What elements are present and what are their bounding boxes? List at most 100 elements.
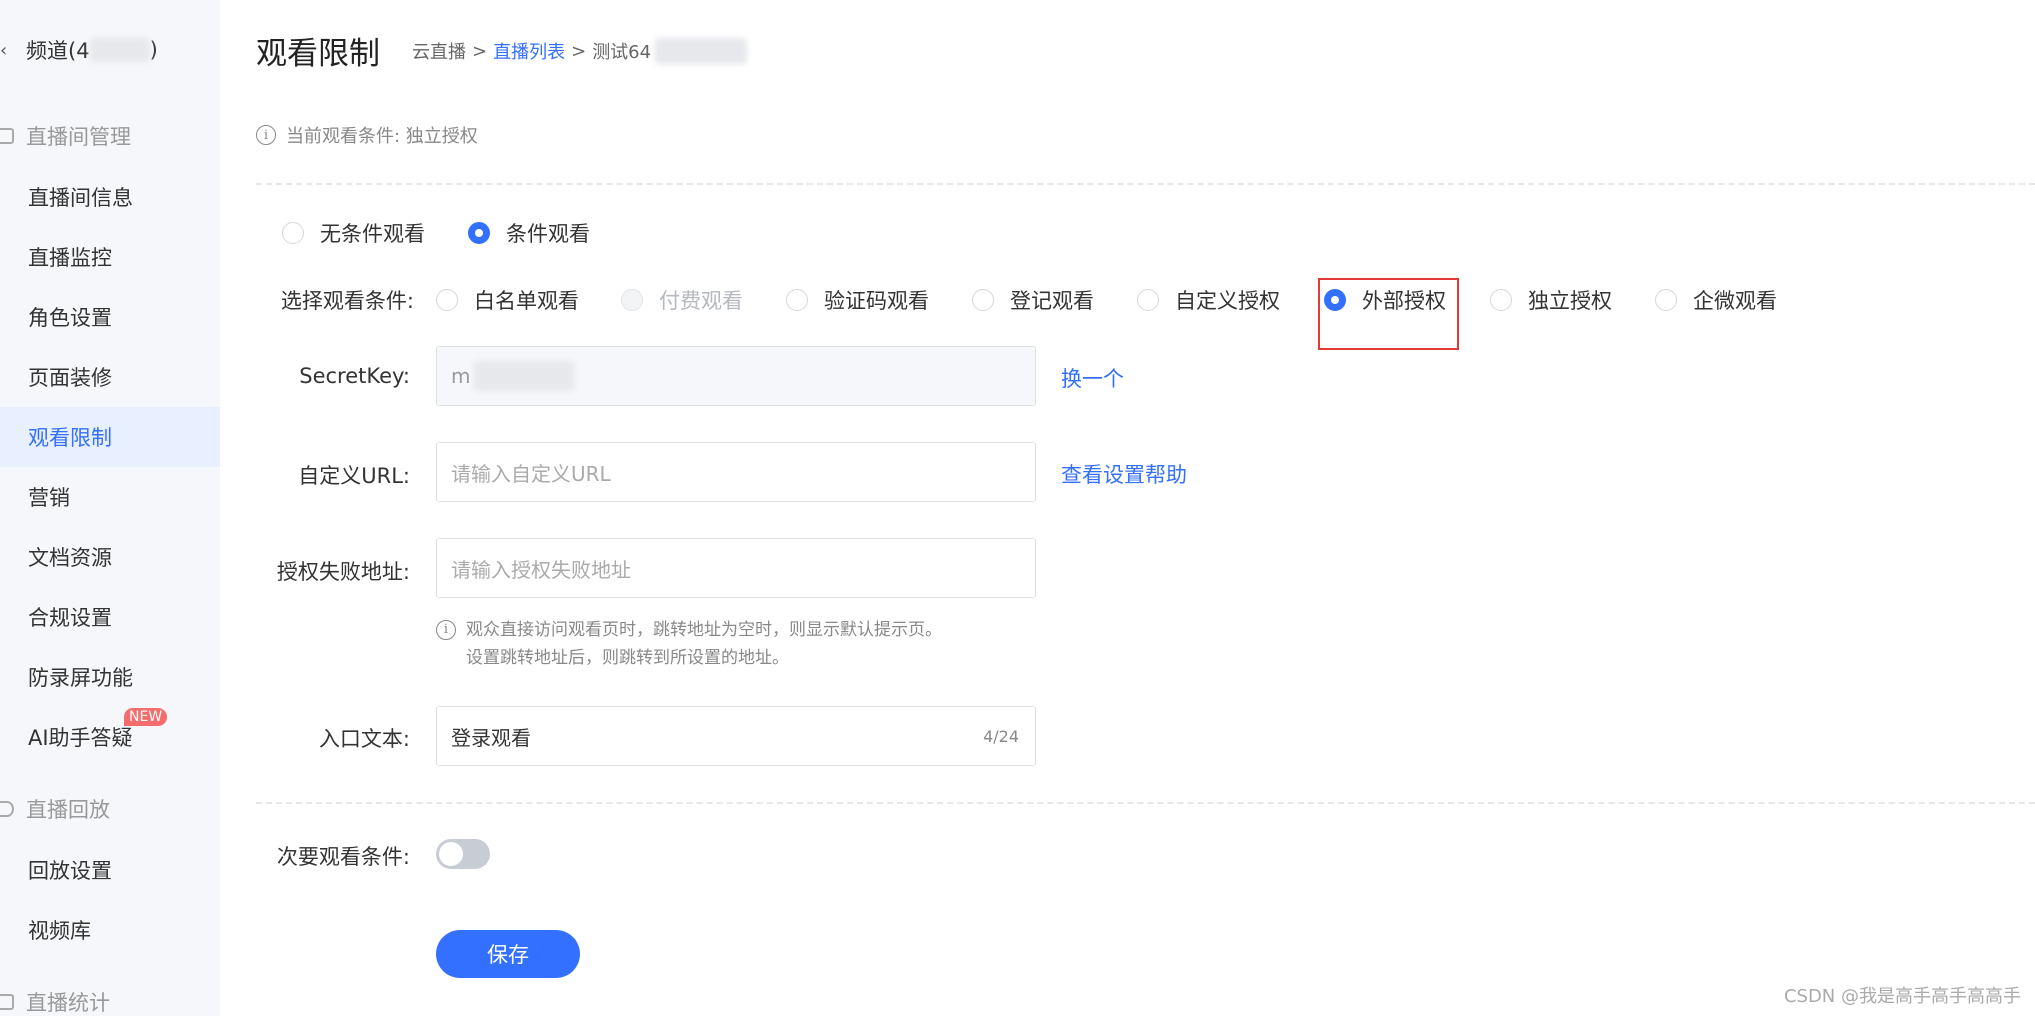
radio-verify-code[interactable]: 验证码观看 (786, 285, 929, 315)
radio-whitelist[interactable]: 白名单观看 (436, 285, 579, 315)
radio-label: 条件观看 (506, 222, 590, 246)
sidebar-group-live-room[interactable]: 直播间管理 (0, 116, 131, 156)
radio-circle (621, 289, 643, 311)
sidebar-item-label: 营销 (28, 486, 70, 510)
sidebar-item-marketing[interactable]: 营销 (0, 467, 220, 527)
breadcrumb-root[interactable]: 云直播 (412, 38, 466, 64)
sidebar-item-anti-record[interactable]: 防录屏功能 (0, 647, 220, 707)
fail-url-hint: i 观众直接访问观看页时，跳转地址为空时，则显示默认提示页。 设置跳转地址后，则… (436, 616, 942, 672)
divider (256, 802, 2035, 804)
watermark: CSDN @我是高手高手高高手 (1783, 986, 2021, 1007)
fail-url-placeholder: 请输入授权失败地址 (451, 557, 631, 582)
sidebar-item-label: 防录屏功能 (28, 666, 133, 690)
sidebar-item-label: 观看限制 (28, 426, 112, 450)
sidebar-group-stats[interactable]: 直播统计 (0, 982, 110, 1016)
breadcrumb: 云直播 > 直播列表 > 测试64 (412, 38, 748, 64)
channel-label: 频道(4 (26, 39, 90, 63)
stats-icon (0, 994, 14, 1010)
radio-unconditional[interactable]: 无条件观看 (282, 218, 425, 248)
current-condition-info: i 当前观看条件: 独立授权 (256, 122, 478, 148)
channel-selector[interactable]: ‹ 频道(4 ) (0, 30, 158, 70)
sidebar-item-roles[interactable]: 角色设置 (0, 287, 220, 347)
sidebar-item-monitor[interactable]: 直播监控 (0, 227, 220, 287)
info-icon: i (256, 125, 276, 145)
radio-label: 独立授权 (1528, 289, 1612, 313)
sidebar-item-playback-settings[interactable]: 回放设置 (0, 840, 220, 900)
entry-text-input[interactable]: 登录观看 4/24 (436, 706, 1036, 766)
secretkey-value: m (451, 364, 471, 388)
regenerate-key-link[interactable]: 换一个 (1061, 363, 1124, 393)
breadcrumb-separator: > (571, 40, 587, 62)
breadcrumb-live-list[interactable]: 直播列表 (493, 38, 565, 64)
current-condition-text: 当前观看条件: 独立授权 (286, 126, 478, 147)
page-title: 观看限制 (256, 36, 380, 72)
sidebar-item-video-library[interactable]: 视频库 (0, 900, 220, 960)
radio-label: 付费观看 (659, 289, 743, 313)
ai-assistant-wrap: AI助手答疑 NEW (28, 708, 168, 752)
sidebar-group-label: 直播回放 (26, 798, 110, 822)
radio-circle[interactable] (1137, 289, 1159, 311)
radio-circle[interactable] (972, 289, 994, 311)
sidebar-item-label: 角色设置 (28, 306, 112, 330)
breadcrumb-separator: > (472, 40, 488, 62)
sidebar-item-label: 文档资源 (28, 546, 112, 570)
radio-wecom[interactable]: 企微观看 (1655, 285, 1777, 315)
radio-label: 无条件观看 (320, 222, 425, 246)
radio-circle[interactable] (1655, 289, 1677, 311)
secondary-condition-label: 次要观看条件: (276, 845, 410, 869)
custom-url-label: 自定义URL: (298, 464, 410, 488)
sidebar-item-label: 合规设置 (28, 606, 112, 630)
divider (256, 183, 2035, 185)
sidebar-item-label: 页面装修 (28, 366, 112, 390)
new-badge: NEW (124, 708, 168, 726)
save-button[interactable]: 保存 (436, 930, 580, 978)
radio-circle[interactable] (436, 289, 458, 311)
sidebar-item-page-decor[interactable]: 页面装修 (0, 347, 220, 407)
radio-label: 白名单观看 (474, 289, 579, 313)
secondary-condition-toggle[interactable] (436, 839, 490, 869)
secretkey-label: SecretKey: (299, 364, 410, 388)
settings-help-link[interactable]: 查看设置帮助 (1061, 459, 1187, 489)
hint-line: 设置跳转地址后，则跳转到所设置的地址。 (466, 648, 789, 668)
sidebar-item-compliance[interactable]: 合规设置 (0, 587, 220, 647)
fail-url-input[interactable]: 请输入授权失败地址 (436, 538, 1036, 598)
conditions-label: 选择观看条件: (280, 289, 414, 313)
channel-label-suffix: ) (149, 38, 158, 62)
chevron-left-icon[interactable]: ‹ (0, 40, 18, 61)
custom-url-input[interactable]: 请输入自定义URL (436, 442, 1036, 502)
sidebar-group-label: 直播间管理 (26, 125, 131, 149)
entry-text-value: 登录观看 (451, 725, 531, 750)
hint-text: 观众直接访问观看页时，跳转地址为空时，则显示默认提示页。 设置跳转地址后，则跳转… (466, 616, 942, 672)
redacted-channel-id (89, 38, 150, 62)
sidebar-item-ai-assistant[interactable]: AI助手答疑 NEW (0, 707, 220, 767)
sidebar-item-watch-limit[interactable]: 观看限制 (0, 407, 220, 467)
entry-text-label: 入口文本: (318, 727, 410, 751)
radio-custom-auth[interactable]: 自定义授权 (1137, 285, 1280, 315)
breadcrumb-current: 测试64 (592, 42, 652, 63)
radio-circle[interactable] (1490, 289, 1512, 311)
secretkey-field[interactable]: m (436, 346, 1036, 406)
sidebar-group-label: 直播统计 (26, 991, 110, 1015)
highlight-box (1318, 278, 1459, 350)
redacted-secretkey (474, 361, 575, 391)
radio-label: 自定义授权 (1175, 289, 1280, 313)
radio-conditional[interactable]: 条件观看 (468, 218, 590, 248)
custom-url-placeholder: 请输入自定义URL (451, 461, 611, 486)
info-icon: i (436, 620, 456, 640)
radio-circle[interactable] (468, 222, 490, 244)
sidebar-item-room-info[interactable]: 直播间信息 (0, 167, 220, 227)
fail-url-label: 授权失败地址: (276, 560, 410, 584)
hint-line: 观众直接访问观看页时，跳转地址为空时，则显示默认提示页。 (466, 620, 942, 640)
live-room-icon (0, 128, 14, 144)
radio-label: 验证码观看 (824, 289, 929, 313)
sidebar-item-label: 回放设置 (28, 859, 112, 883)
radio-circle[interactable] (786, 289, 808, 311)
sidebar-item-documents[interactable]: 文档资源 (0, 527, 220, 587)
radio-label: 登记观看 (1010, 289, 1094, 313)
sidebar-item-label: 直播间信息 (28, 186, 133, 210)
radio-independent-auth[interactable]: 独立授权 (1490, 285, 1612, 315)
sidebar: ‹ 频道(4 ) 直播间管理 直播间信息 直播监控 角色设置 页面装修 观看限制… (0, 0, 220, 1016)
sidebar-group-playback[interactable]: 直播回放 (0, 789, 110, 829)
radio-circle[interactable] (282, 222, 304, 244)
radio-register[interactable]: 登记观看 (972, 285, 1094, 315)
